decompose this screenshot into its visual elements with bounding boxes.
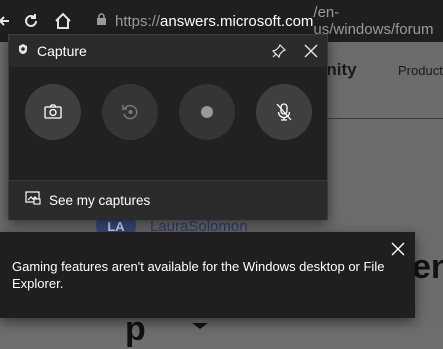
close-icon	[304, 44, 318, 58]
arrow-left-icon	[0, 16, 9, 26]
pin-icon	[272, 44, 286, 58]
caret-down-icon	[192, 323, 208, 329]
url-prefix: https://	[115, 12, 161, 30]
camera-icon	[44, 104, 62, 119]
record-icon	[201, 106, 213, 118]
capture-header: Capture	[9, 35, 327, 67]
gallery-icon	[25, 191, 41, 210]
url-path: /en-us/windows/forum	[313, 4, 434, 38]
close-button[interactable]	[299, 39, 323, 63]
capture-actions	[9, 67, 327, 180]
microphone-toggle-button[interactable]	[256, 84, 312, 140]
heading-fragment: en	[412, 248, 443, 286]
home-button[interactable]	[48, 6, 78, 36]
divider	[328, 118, 443, 119]
dismiss-notification-button[interactable]	[387, 238, 409, 260]
capture-widget-icon	[17, 42, 29, 60]
address-bar[interactable]: https:// answers.microsoft.com /en-us/wi…	[84, 4, 443, 38]
capture-widget: Capture See my captures	[8, 34, 328, 220]
record-last-button[interactable]	[102, 84, 158, 140]
home-icon	[55, 12, 71, 29]
mic-off-icon	[276, 103, 292, 121]
close-icon	[391, 242, 405, 256]
refresh-button[interactable]	[16, 6, 46, 36]
lock-icon	[96, 12, 107, 30]
refresh-icon	[25, 14, 37, 27]
url-host: answers.microsoft.com	[160, 12, 314, 30]
capture-title: Capture	[37, 43, 87, 59]
notification-message: Gaming features aren't available for the…	[12, 259, 385, 291]
record-last-icon	[122, 104, 138, 120]
start-recording-button[interactable]	[179, 84, 235, 140]
screenshot-button[interactable]	[25, 84, 81, 140]
notification-toast: Gaming features aren't available for the…	[0, 232, 415, 318]
see-my-captures-label: See my captures	[49, 193, 151, 208]
pin-button[interactable]	[267, 39, 291, 63]
products-link[interactable]: Product	[398, 63, 443, 78]
see-my-captures-link[interactable]: See my captures	[9, 180, 327, 220]
